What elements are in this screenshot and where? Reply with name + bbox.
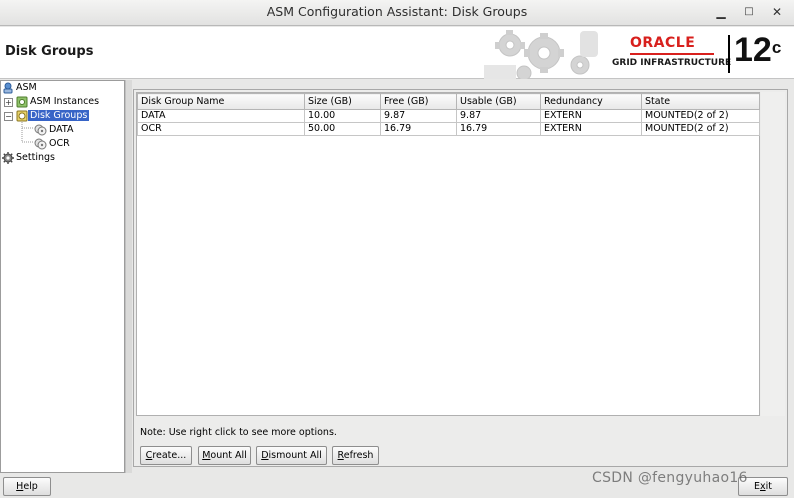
mount-all-button[interactable]: Mount All (198, 446, 251, 465)
gears-graphic-icon (484, 30, 598, 79)
table-row[interactable]: DATA 10.00 9.87 9.87 EXTERN MOUNTED(2 of… (137, 109, 760, 123)
product-name: GRID INFRASTRUCTURE (612, 58, 732, 68)
cell-size: 10.00 (304, 109, 381, 123)
button-label: elp (23, 481, 38, 492)
mnemonic: D (261, 450, 269, 461)
tree-label: ASM (16, 82, 37, 93)
cell-state: MOUNTED(2 of 2) (641, 109, 760, 123)
tree-label: ASM Instances (30, 96, 100, 107)
brand-divider (728, 35, 730, 73)
cell-free: 9.87 (380, 109, 457, 123)
table-row[interactable]: OCR 50.00 16.79 16.79 EXTERN MOUNTED(2 o… (137, 122, 760, 136)
title-bar: ASM Configuration Assistant: Disk Groups… (0, 0, 794, 26)
cell-redundancy: EXTERN (540, 109, 642, 123)
tree-label: DATA (49, 124, 74, 135)
button-label: ismount All (268, 450, 322, 461)
navigation-tree: ASM + ASM Instances − Disk Groups DATA O… (0, 80, 125, 473)
cell-free: 16.79 (380, 122, 457, 136)
table-header-row: Disk Group Name Size (GB) Free (GB) Usab… (137, 93, 760, 110)
logo-underline (630, 53, 714, 55)
cell-name: OCR (137, 122, 305, 136)
dismount-all-button[interactable]: Dismount All (256, 446, 327, 465)
maximize-button[interactable]: □ (739, 3, 759, 21)
column-header-redundancy[interactable]: Redundancy (540, 93, 642, 110)
column-header-name[interactable]: Disk Group Name (137, 93, 305, 110)
table-side-strip (761, 92, 785, 416)
cell-usable: 9.87 (456, 109, 541, 123)
refresh-button[interactable]: Refresh (332, 446, 379, 465)
tree-label: Settings (16, 152, 55, 163)
page-title: Disk Groups (5, 44, 94, 59)
button-label: ount All (210, 450, 247, 461)
button-label: reate... (152, 450, 187, 461)
tree-lines (21, 122, 33, 143)
instances-icon (16, 96, 28, 107)
disk-groups-table[interactable]: Disk Group Name Size (GB) Free (GB) Usab… (136, 92, 760, 416)
window-title: ASM Configuration Assistant: Disk Groups (266, 4, 528, 19)
header-banner: Disk Groups ORACLE GRID INFRASTRUCTURE 1… (0, 27, 794, 79)
hint-note: Note: Use right click to see more option… (140, 427, 337, 438)
disk-groups-panel: Disk Group Name Size (GB) Free (GB) Usab… (133, 89, 788, 467)
tree-item-ocr[interactable]: OCR (34, 137, 72, 151)
minimize-button[interactable]: ▁ (711, 3, 731, 21)
tree-item-asm-instances[interactable]: ASM Instances (16, 95, 101, 109)
column-header-state[interactable]: State (641, 93, 760, 110)
cell-size: 50.00 (304, 122, 381, 136)
disk-groups-icon (16, 110, 28, 121)
version-number: 12 (734, 31, 772, 69)
tree-label: Disk Groups (28, 110, 90, 121)
tree-item-settings[interactable]: Settings (2, 151, 57, 165)
cell-state: MOUNTED(2 of 2) (641, 122, 760, 136)
disk-group-icon (34, 124, 47, 135)
oracle-brand: ORACLE GRID INFRASTRUCTURE 12c (606, 27, 794, 79)
gear-icon (2, 151, 14, 164)
product-version: 12c (734, 32, 781, 68)
collapse-toggle-icon[interactable]: − (4, 112, 13, 121)
cell-usable: 16.79 (456, 122, 541, 136)
button-label: it (765, 481, 772, 492)
column-header-size[interactable]: Size (GB) (304, 93, 381, 110)
tree-item-disk-groups[interactable]: Disk Groups (16, 109, 90, 123)
expand-toggle-icon[interactable]: + (4, 98, 13, 107)
cell-name: DATA (137, 109, 305, 123)
panel-splitter[interactable] (125, 80, 132, 473)
asm-icon (3, 82, 13, 93)
cell-redundancy: EXTERN (540, 122, 642, 136)
column-header-free[interactable]: Free (GB) (380, 93, 457, 110)
disk-group-icon (34, 138, 47, 149)
button-label: efresh (343, 450, 374, 461)
help-button[interactable]: Help (3, 477, 51, 496)
oracle-logo: ORACLE (630, 35, 696, 51)
close-button[interactable]: ✕ (767, 3, 787, 21)
tree-item-data[interactable]: DATA (34, 123, 75, 137)
create-button[interactable]: Create... (140, 446, 192, 465)
column-header-usable[interactable]: Usable (GB) (456, 93, 541, 110)
version-suffix: c (771, 38, 782, 57)
tree-item-asm[interactable]: ASM (2, 81, 39, 95)
watermark-text: CSDN @fengyuhao16 (592, 470, 748, 486)
tree-label: OCR (49, 138, 70, 149)
